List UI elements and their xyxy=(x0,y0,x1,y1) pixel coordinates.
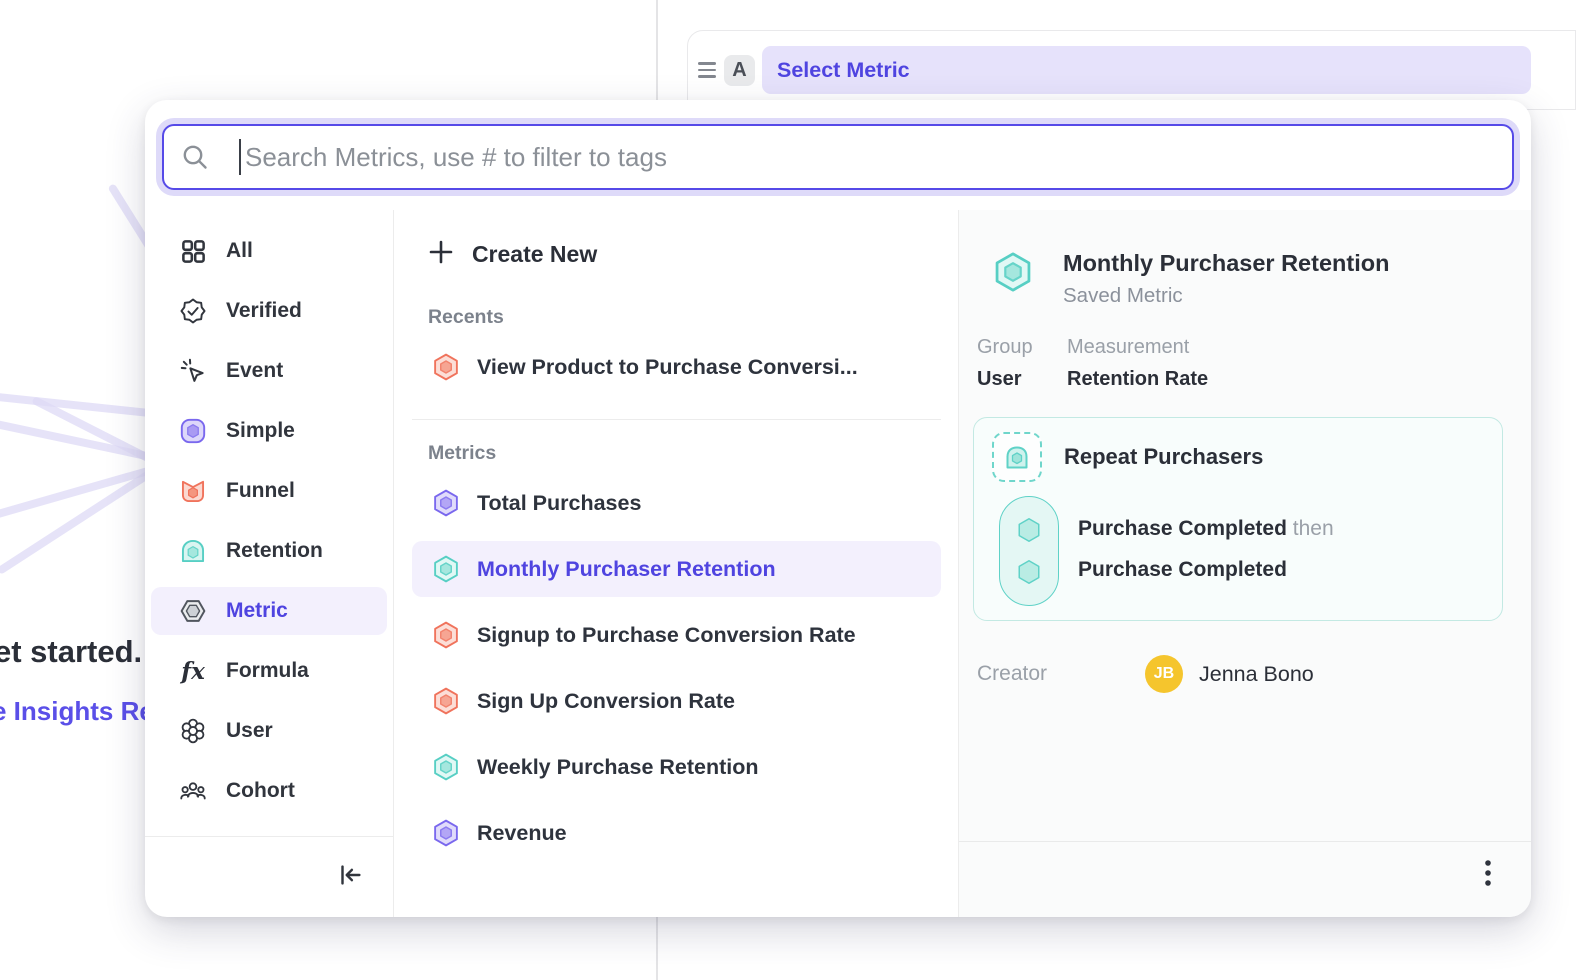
sidebar-item-label: User xyxy=(226,719,273,743)
sidebar-item-all[interactable]: All xyxy=(151,227,387,275)
section-divider xyxy=(412,419,941,420)
background-headline-fragment: et started. xyxy=(0,634,142,670)
metric-icon xyxy=(178,596,208,626)
sidebar-item-verified[interactable]: Verified xyxy=(151,287,387,335)
metric-hexagon-icon xyxy=(431,620,461,650)
sidebar-item-label: Verified xyxy=(226,299,302,323)
step-hexagon-icon xyxy=(1014,557,1044,587)
metric-picker-modal: All Verified xyxy=(145,100,1531,917)
metric-item-total-purchases[interactable]: Total Purchases xyxy=(412,475,941,531)
funnel-hexagon-icon xyxy=(431,352,461,382)
sidebar-item-cohort[interactable]: Cohort xyxy=(151,767,387,815)
sidebar-item-funnel[interactable]: Funnel xyxy=(151,467,387,515)
metric-item-label: Sign Up Conversion Rate xyxy=(477,689,735,714)
metric-item-sign-up-conversion-rate[interactable]: Sign Up Conversion Rate xyxy=(412,673,941,729)
select-metric-button[interactable]: Select Metric xyxy=(762,46,1531,94)
step-hexagon-icon xyxy=(1014,515,1044,545)
sidebar-item-metric[interactable]: Metric xyxy=(151,587,387,635)
retention-report-icon xyxy=(178,536,208,566)
verified-badge-icon xyxy=(178,296,208,326)
sidebar-item-label: Formula xyxy=(226,659,309,683)
definition-name: Repeat Purchasers xyxy=(1064,444,1263,470)
metric-item-label: Weekly Purchase Retention xyxy=(477,755,759,780)
metric-hexagon-icon xyxy=(431,686,461,716)
search-icon xyxy=(180,142,210,177)
user-cluster-icon xyxy=(178,716,208,746)
metric-hexagon-icon-large xyxy=(991,250,1035,308)
formula-icon: fx xyxy=(178,656,208,686)
funnel-report-icon xyxy=(178,476,208,506)
sidebar-item-label: Retention xyxy=(226,539,323,563)
sidebar-item-simple[interactable]: Simple xyxy=(151,407,387,455)
metric-item-signup-to-purchase-conversion-rate[interactable]: Signup to Purchase Conversion Rate xyxy=(412,607,941,663)
sidebar-item-label: Cohort xyxy=(226,779,295,803)
drag-handle-icon[interactable] xyxy=(698,62,716,77)
sidebar-item-label: All xyxy=(226,239,253,263)
recent-item[interactable]: View Product to Purchase Conversi... xyxy=(412,339,941,395)
metric-hexagon-icon xyxy=(431,488,461,518)
group-label: Group xyxy=(977,336,1067,359)
sidebar-item-event[interactable]: Event xyxy=(151,347,387,395)
metric-item-weekly-purchase-retention[interactable]: Weekly Purchase Retention xyxy=(412,739,941,795)
series-a-badge: A xyxy=(724,55,755,86)
metric-item-monthly-purchaser-retention[interactable]: Monthly Purchaser Retention xyxy=(412,541,941,597)
metric-item-label: Monthly Purchaser Retention xyxy=(477,557,776,582)
sidebar-item-user[interactable]: User xyxy=(151,707,387,755)
detail-title: Monthly Purchaser Retention xyxy=(1063,250,1389,277)
event-cursor-icon xyxy=(178,356,208,386)
background-insights-link-fragment[interactable]: e Insights Re xyxy=(0,696,154,727)
metric-hexagon-icon xyxy=(431,752,461,782)
measurement-value: Retention Rate xyxy=(1067,368,1208,391)
definition-step-1: Purchase Completed then xyxy=(1078,517,1334,541)
search-box xyxy=(162,124,1514,190)
create-new-button[interactable]: Create New xyxy=(412,224,941,284)
metric-bar-card: A Select Metric xyxy=(687,30,1576,110)
plus-icon xyxy=(428,239,454,270)
grid-icon xyxy=(178,236,208,266)
filter-sidebar: All Verified xyxy=(145,210,394,917)
recents-heading: Recents xyxy=(412,306,941,329)
metric-list-panel: Create New Recents View Product to Purch… xyxy=(394,210,959,917)
metric-item-revenue[interactable]: Revenue xyxy=(412,805,941,861)
creator-avatar: JB xyxy=(1145,655,1183,693)
then-connector: then xyxy=(1293,517,1334,540)
metric-item-label: Revenue xyxy=(477,821,567,846)
sidebar-item-formula[interactable]: fx Formula xyxy=(151,647,387,695)
retention-definition-icon xyxy=(992,432,1042,482)
metrics-heading: Metrics xyxy=(412,442,941,465)
metric-item-label: Total Purchases xyxy=(477,491,642,516)
retention-steps-pill xyxy=(999,496,1059,606)
sidebar-item-label: Simple xyxy=(226,419,295,443)
sidebar-item-label: Funnel xyxy=(226,479,295,503)
cohort-people-icon xyxy=(178,776,208,806)
detail-type: Saved Metric xyxy=(1063,284,1389,308)
search-input[interactable] xyxy=(162,124,1514,190)
simple-report-icon xyxy=(178,416,208,446)
create-new-label: Create New xyxy=(472,241,597,268)
recent-item-label: View Product to Purchase Conversi... xyxy=(477,355,858,380)
metric-item-label: Signup to Purchase Conversion Rate xyxy=(477,623,856,648)
group-value: User xyxy=(977,368,1067,391)
background-deco-line xyxy=(0,387,150,417)
creator-name: Jenna Bono xyxy=(1199,662,1314,687)
metric-hexagon-icon xyxy=(431,554,461,584)
sidebar-item-label: Event xyxy=(226,359,283,383)
text-caret xyxy=(239,139,241,175)
sidebar-item-retention[interactable]: Retention xyxy=(151,527,387,575)
kebab-menu-button[interactable] xyxy=(1483,857,1493,902)
collapse-sidebar-button[interactable] xyxy=(335,860,365,895)
definition-card: Repeat Purchasers Purchase Completed the… xyxy=(973,417,1503,621)
metric-detail-panel: Monthly Purchaser Retention Saved Metric… xyxy=(959,210,1531,917)
creator-label: Creator xyxy=(977,662,1127,686)
measurement-label: Measurement xyxy=(1067,336,1208,359)
definition-step-2: Purchase Completed xyxy=(1078,558,1287,582)
metric-hexagon-icon xyxy=(431,818,461,848)
sidebar-item-label: Metric xyxy=(226,599,288,623)
